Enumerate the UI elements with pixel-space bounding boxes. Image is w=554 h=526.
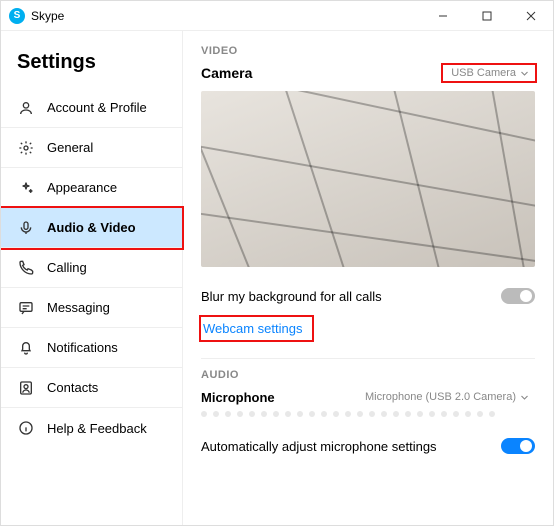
- sidebar-item-account[interactable]: Account & Profile: [1, 88, 182, 128]
- blur-background-label: Blur my background for all calls: [201, 289, 382, 304]
- minimize-button[interactable]: [421, 1, 465, 31]
- microphone-select[interactable]: Microphone (USB 2.0 Camera): [357, 389, 535, 405]
- settings-heading: Settings: [1, 31, 182, 88]
- chevron-down-icon: [520, 393, 529, 402]
- webcam-settings-link[interactable]: Webcam settings: [201, 317, 312, 340]
- sidebar-item-help[interactable]: Help & Feedback: [1, 408, 182, 448]
- skype-logo-icon: S: [9, 8, 25, 24]
- sidebar-item-notifications[interactable]: Notifications: [1, 328, 182, 368]
- sidebar-item-calling[interactable]: Calling: [1, 248, 182, 288]
- sidebar-item-label: Help & Feedback: [47, 421, 147, 436]
- video-section-label: VIDEO: [201, 45, 535, 57]
- gear-icon: [17, 139, 35, 157]
- titlebar: S Skype: [1, 1, 553, 31]
- sidebar-item-label: Calling: [47, 260, 87, 275]
- sidebar-item-general[interactable]: General: [1, 128, 182, 168]
- app-window: S Skype Settings Account & Profile: [0, 0, 554, 526]
- sidebar-item-audio-video[interactable]: Audio & Video: [1, 208, 182, 248]
- audio-section-label: AUDIO: [201, 369, 535, 381]
- microphone-level-meter: [201, 411, 535, 417]
- chat-icon: [17, 299, 35, 317]
- sparkle-icon: [17, 179, 35, 197]
- phone-icon: [17, 259, 35, 277]
- window-controls: [421, 1, 553, 31]
- camera-preview: [201, 91, 535, 267]
- person-icon: [17, 99, 35, 117]
- contacts-icon: [17, 379, 35, 397]
- sidebar-item-appearance[interactable]: Appearance: [1, 168, 182, 208]
- microphone-icon: [17, 219, 35, 237]
- sidebar-item-contacts[interactable]: Contacts: [1, 368, 182, 408]
- close-button[interactable]: [509, 1, 553, 31]
- sidebar-item-label: General: [47, 140, 93, 155]
- camera-selected-value: USB Camera: [451, 67, 516, 79]
- window-title: Skype: [31, 9, 421, 23]
- auto-adjust-mic-label: Automatically adjust microphone settings: [201, 439, 437, 454]
- sidebar-item-label: Audio & Video: [47, 220, 136, 235]
- sidebar-item-label: Appearance: [47, 180, 117, 195]
- camera-heading: Camera: [201, 65, 252, 81]
- camera-select[interactable]: USB Camera: [443, 65, 535, 81]
- bell-icon: [17, 339, 35, 357]
- auto-adjust-mic-toggle[interactable]: [501, 438, 535, 454]
- sidebar-item-label: Account & Profile: [47, 100, 147, 115]
- main-panel: VIDEO Camera USB Camera: [183, 31, 553, 525]
- blur-background-toggle[interactable]: [501, 288, 535, 304]
- sidebar-item-messaging[interactable]: Messaging: [1, 288, 182, 328]
- sidebar-item-label: Contacts: [47, 380, 98, 395]
- sidebar-item-label: Notifications: [47, 340, 118, 355]
- microphone-heading: Microphone: [201, 390, 275, 405]
- maximize-button[interactable]: [465, 1, 509, 31]
- info-icon: [17, 419, 35, 437]
- microphone-selected-value: Microphone (USB 2.0 Camera): [365, 391, 516, 403]
- sidebar: Settings Account & Profile General Appea…: [1, 31, 183, 525]
- sidebar-item-label: Messaging: [47, 300, 110, 315]
- chevron-down-icon: [520, 69, 529, 78]
